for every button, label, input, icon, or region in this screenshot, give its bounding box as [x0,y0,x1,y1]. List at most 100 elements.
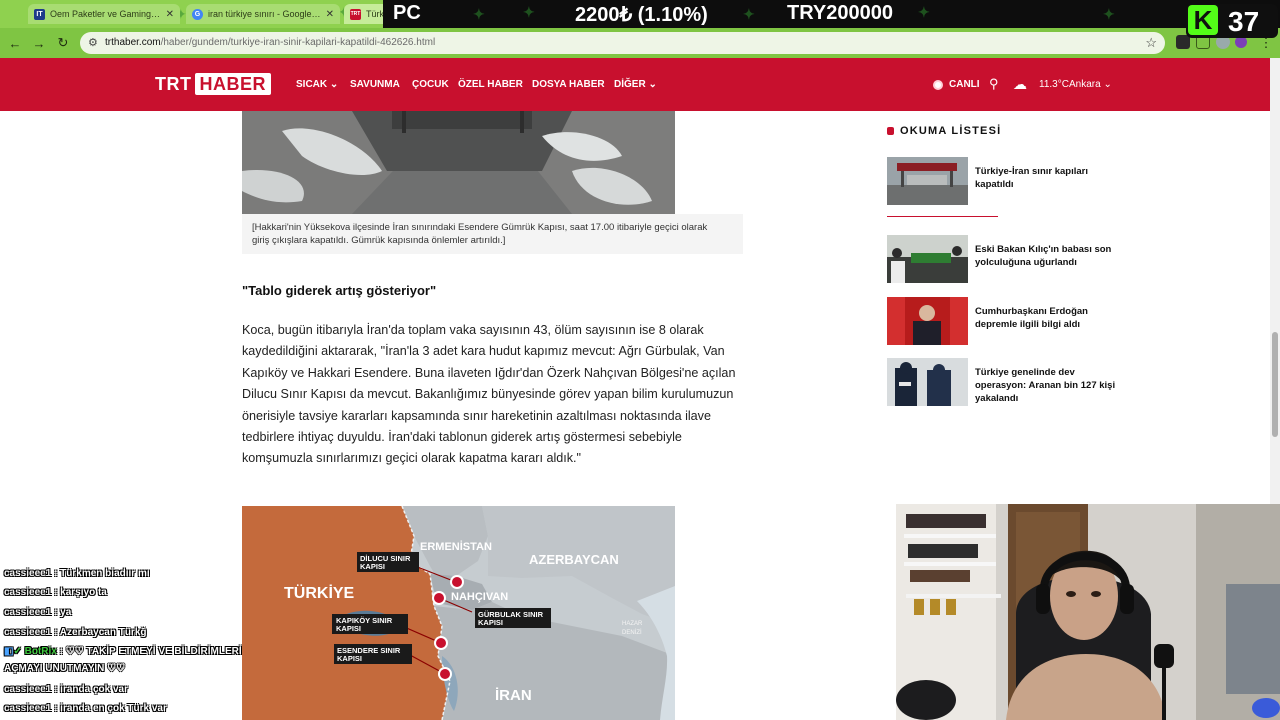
chat-message: cassieee1 : karşıyo ta [4,587,107,598]
chat-message: AÇMAYI UNUTMAYIN ♡♡ [4,663,125,674]
site-info-icon[interactable]: ⚙ [88,36,98,49]
border-map-svg: TÜRKİYE ERMENİSTAN AZERBAYCAN NAHÇIVAN İ… [242,506,675,720]
stream-donation-banner: ✦ ✦ ✦ ✦ ✦ PC 2200₺ (1.10%) TRY200000 [383,0,1280,28]
chat-text: : ♡♡ TAKİP ETMEYİ VE BİLDİRİMLERİ [59,646,242,657]
article-paragraph: Koca, bugün itibarıyla İran'da toplam va… [242,323,736,466]
nav-sicak[interactable]: SICAK ⌄ [296,79,338,90]
browser-tab-1[interactable]: IT Oem Paketler ve Gaming Bilgis ✕ [28,4,180,24]
url-text: trthaber.com/haber/gundem/turkiye-iran-s… [105,37,435,48]
chevron-down-icon: ⌄ [329,79,339,90]
logo-haber: HABER [194,73,272,95]
nav-cocuk[interactable]: ÇOCUK [412,79,449,90]
chat-text: : karşıyo ta [54,587,107,598]
nav-label: DİĞER [614,79,646,90]
chat-message: cassieee1 : ya [4,607,71,618]
chat-message: cassieee1 : iranda çok var [4,684,128,695]
map-label-azerbaycan: AZERBAYCAN [529,552,619,567]
news-thumbnail [887,358,968,406]
address-bar[interactable]: ⚙ trthaber.com/haber/gundem/turkiye-iran… [80,32,1165,54]
news-thumbnail [887,235,968,283]
chat-text: : iranda çok var [54,684,128,695]
browser-tab-2[interactable]: G iran türkiye sınırı - Google'da ✕ [186,4,340,24]
bookmark-star-icon[interactable]: ☆ [1145,35,1157,51]
search-icon[interactable]: ⚲ [989,76,999,92]
chevron-down-icon: ⌄ [1103,79,1112,90]
chat-text: : Türkmen biadıır mı [54,568,150,579]
chat-username: cassieee1 [4,568,52,579]
close-icon[interactable]: ✕ [326,9,334,20]
nav-savunma[interactable]: SAVUNMA [350,79,400,90]
forward-icon[interactable]: → [30,34,48,52]
news-thumbnail [887,297,968,345]
nav-diger[interactable]: DİĞER ⌄ [614,79,657,90]
url-domain: trthaber.com [105,37,161,48]
chat-username: cassieee1 [4,627,52,638]
map-label-dilucu-kapisi: KAPISI [360,562,385,571]
map-label-hazar: HAZAR [622,621,643,627]
photo-caption-text: [Hakkari'nin Yüksekova ilçesinde İran sı… [252,222,708,246]
scrollbar-thumb[interactable] [1272,332,1278,437]
trt-haber-logo[interactable]: TRT HABER [155,73,272,95]
chat-message: cassieee1 : Azerbaycan Türkğ [4,627,147,638]
map-label-iran: İRAN [495,687,532,704]
close-icon[interactable]: ✕ [166,9,174,20]
active-item-underline [887,216,998,217]
nav-ozel-haber[interactable]: ÖZEL HABER [458,79,523,90]
reading-list-item[interactable]: Cumhurbaşkanı Erdoğan depremle ilgili bi… [887,297,1127,345]
map-label-turkiye: TÜRKİYE [284,583,355,602]
chat-text: : iranda en çok Türk var [54,703,167,714]
reload-icon[interactable]: ↻ [54,34,72,52]
border-gate-photo-svg [242,111,675,214]
map-label-esendere-kapisi: KAPISI [337,654,362,663]
map-label-kapikoy-kapisi: KAPISI [336,624,361,633]
news-title: Eski Bakan Kılıç'ın babası son yolculuğu… [975,244,1112,268]
leaf-decoration: ✦ [523,4,535,20]
logo-trt: TRT [155,73,192,94]
weather-temperature: 11.3°C [1039,79,1069,90]
nav-dosya-haber[interactable]: DOSYA HABER [532,79,605,90]
news-thumbnail [887,157,968,205]
weather-city-label: Ankara [1069,79,1101,90]
news-title: Türkiye genelinde dev operasyon: Aranan … [975,367,1116,404]
chat-message: cassieee1 : Türkmen biadıır mı [4,568,150,579]
leaf-decoration: ✦ [1103,6,1115,22]
border-crossings-map: TÜRKİYE ERMENİSTAN AZERBAYCAN NAHÇIVAN İ… [242,506,675,720]
live-link[interactable]: CANLI [949,79,980,90]
article-subheading: "Tablo giderek artış gösteriyor" [242,283,437,298]
kick-logo-icon: K [1188,5,1218,35]
chevron-down-icon: ⌄ [648,79,657,90]
weather-city-select[interactable]: Ankara ⌄ [1069,79,1112,90]
chat-text: AÇMAYI UNUTMAYIN ♡♡ [4,663,126,674]
photo-caption: [Hakkari'nin Yüksekova ilçesinde İran sı… [242,214,743,254]
leaf-decoration: ✦ [918,4,930,20]
verified-icon: ✓ [13,646,22,657]
chat-username: BotRix [24,646,57,657]
url-path: /haber/gundem/turkiye-iran-sinir-kapilar… [160,37,436,48]
chat-text: : Azerbaycan Türkğ [54,627,147,638]
chat-message: cassieee1 : iranda en çok Türk var [4,703,167,714]
tab-favicon: TRT [350,8,361,20]
map-label-gurbulak-kapisi: KAPISI [478,618,503,627]
chat-username: cassieee1 [4,684,52,695]
reading-list-item[interactable]: Eski Bakan Kılıç'ın babası son yolculuğu… [887,235,1127,283]
map-label-denizi: DENİZİ [622,629,642,636]
cloud-icon: ☁ [1013,76,1027,92]
stream-chat-overlay: cassieee1 : Türkmen biadıır mı cassieee1… [0,566,260,720]
reading-list-item[interactable]: Türkiye genelinde dev operasyon: Aranan … [887,358,1127,406]
reading-list-marker [887,127,894,135]
tab-title: iran türkiye sınırı - Google'da [208,9,321,19]
browser-toolbar: ← → ↻ ⚙ trthaber.com/haber/gundem/turkiy… [0,28,1280,58]
webcam-feed [896,504,1280,720]
chat-username: cassieee1 [4,703,52,714]
reading-list-item[interactable]: Türkiye-İran sınır kapıları kapatıldı [887,157,1127,205]
nav-label: SICAK [296,79,328,90]
chat-username: cassieee1 [4,607,52,618]
back-icon[interactable]: ← [6,34,24,52]
kick-viewer-badge: K 37 [1186,4,1278,38]
viewer-count: 37 [1228,6,1260,37]
banner-price: 2200₺ (1.10%) [575,4,708,26]
leaf-decoration: ✦ [743,6,755,22]
tab-title: Oem Paketler ve Gaming Bilgis [50,9,161,19]
banner-goal: TRY200000 [787,2,893,24]
leaf-decoration: ✦ [473,6,485,22]
